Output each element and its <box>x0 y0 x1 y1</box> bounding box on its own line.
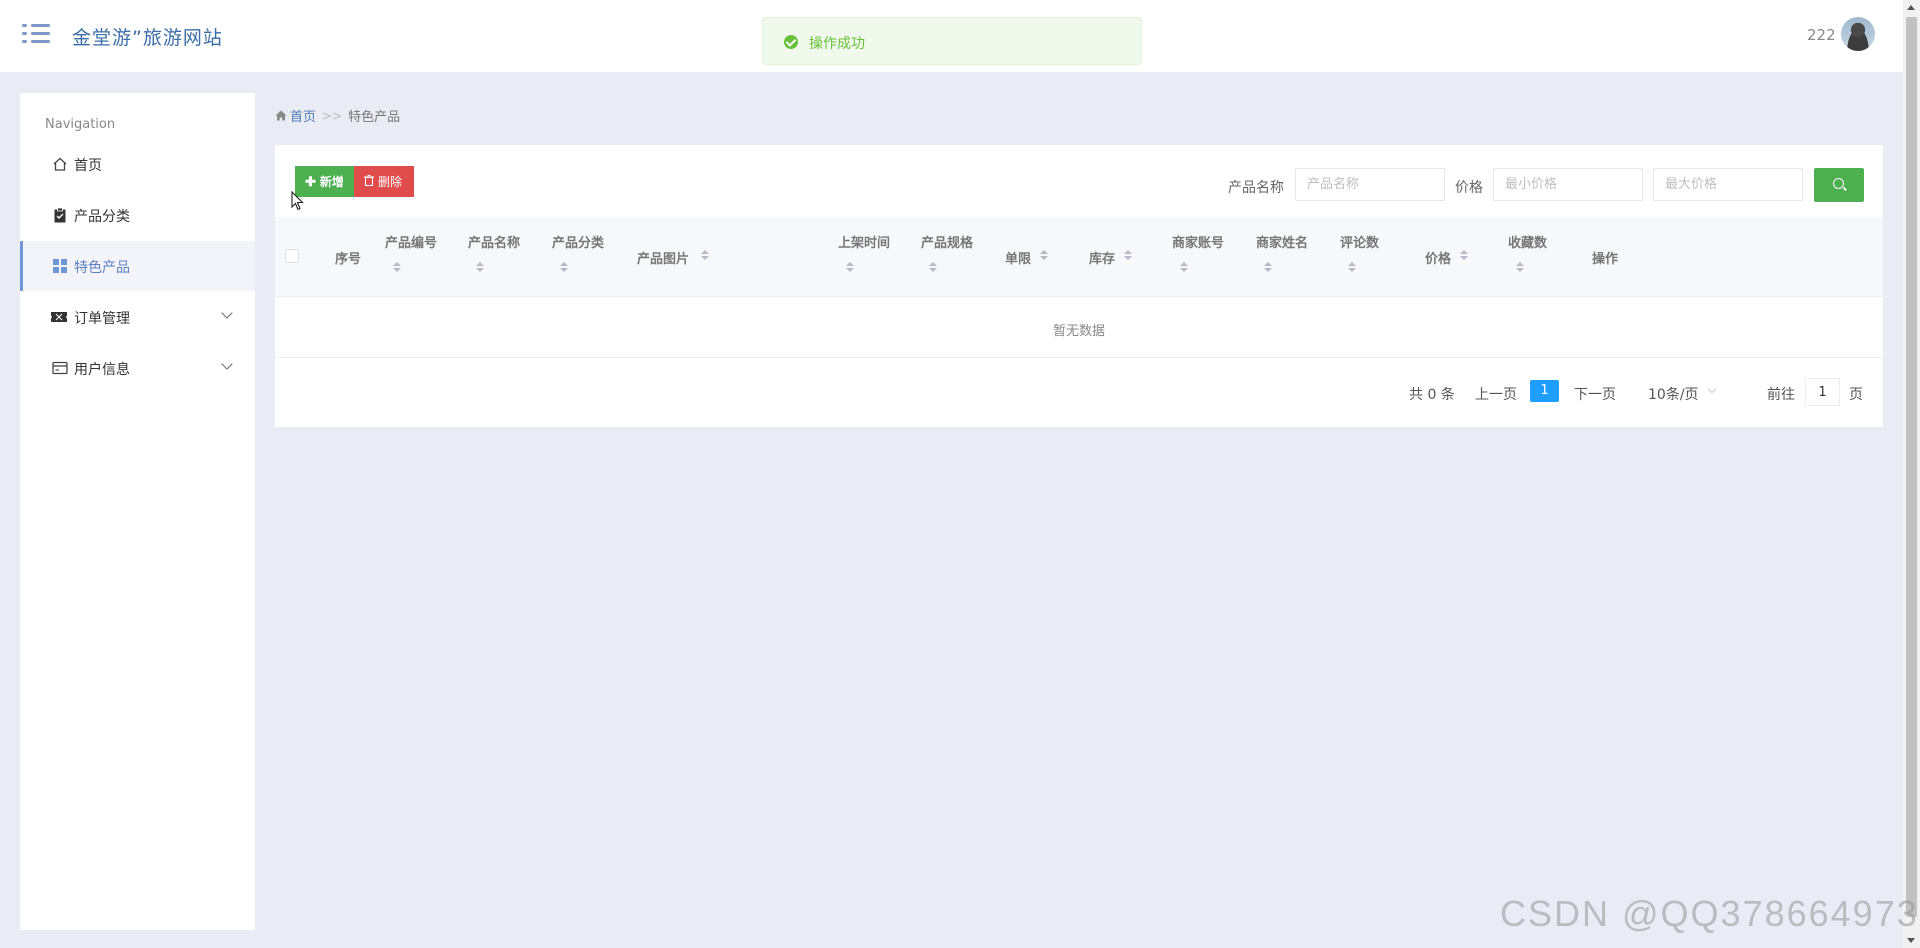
page-size-value: 10条/页 <box>1648 387 1699 403</box>
sort-icon[interactable] <box>1124 250 1132 262</box>
sort-icon[interactable] <box>476 262 484 274</box>
search-icon <box>1833 178 1844 189</box>
card-icon <box>52 360 68 376</box>
menu-toggle-icon[interactable] <box>22 22 50 46</box>
toast-message: 操作成功 <box>809 36 865 52</box>
delete-button-label: 删除 <box>378 175 403 189</box>
column-header-product-name[interactable]: 产品名称 <box>468 232 520 251</box>
main-panel: ✚ 新增 删除 产品名称 价格 序号 产品编号 产品名称 产品分类 产品图片 上… <box>275 145 1883 427</box>
column-header-product-no[interactable]: 产品编号 <box>385 232 437 251</box>
nav-label: Navigation <box>45 117 116 132</box>
sidebar: Navigation 首页 产品分类 特色产品 订单管理 用户信息 <box>20 93 255 930</box>
sidebar-item-order-management[interactable]: 订单管理 <box>20 292 255 342</box>
column-header-price[interactable]: 价格 <box>1425 248 1451 267</box>
scrollbar-thumb[interactable] <box>1906 17 1917 917</box>
sort-icon[interactable] <box>393 262 401 274</box>
product-name-input[interactable] <box>1295 168 1445 201</box>
sidebar-item-home[interactable]: 首页 <box>20 139 255 189</box>
user-avatar[interactable] <box>1841 17 1875 51</box>
max-price-input[interactable] <box>1653 168 1803 201</box>
sidebar-item-label: 用户信息 <box>74 362 130 378</box>
product-name-label: 产品名称 <box>1228 180 1284 196</box>
sort-icon[interactable] <box>1516 262 1524 274</box>
sort-icon[interactable] <box>846 262 854 274</box>
breadcrumb-home-label: 首页 <box>290 110 317 125</box>
clipboard-icon <box>52 207 68 223</box>
sort-icon[interactable] <box>1264 262 1272 274</box>
column-header-listing-time[interactable]: 上架时间 <box>838 232 890 251</box>
sidebar-item-label: 特色产品 <box>74 260 130 276</box>
column-header-merchant-account[interactable]: 商家账号 <box>1172 232 1224 251</box>
trash-icon <box>364 174 374 189</box>
vertical-scrollbar[interactable] <box>1903 0 1920 948</box>
breadcrumb-separator: >> <box>322 108 343 123</box>
column-header-favorites[interactable]: 收藏数 <box>1508 232 1547 251</box>
grid-icon <box>52 258 68 274</box>
home-icon <box>52 156 68 172</box>
table-empty-row: 暂无数据 <box>275 298 1883 358</box>
watermark: CSDN @QQ3786649731 <box>1500 893 1920 934</box>
add-button-label: 新增 <box>319 175 344 189</box>
delete-button[interactable]: 删除 <box>354 166 414 197</box>
ticket-icon <box>50 309 68 325</box>
pagination-page-current[interactable]: 1 <box>1530 380 1559 402</box>
pagination-prev[interactable]: 上一页 <box>1475 384 1517 404</box>
sidebar-item-user-info[interactable]: 用户信息 <box>20 343 255 393</box>
column-header-image[interactable]: 产品图片 <box>637 248 689 267</box>
sort-icon[interactable] <box>1460 250 1468 262</box>
table-header: 序号 产品编号 产品名称 产品分类 产品图片 上架时间 产品规格 单限 库存 商… <box>275 217 1883 297</box>
sort-icon[interactable] <box>701 250 709 262</box>
success-toast: 操作成功 <box>762 17 1142 65</box>
pagination-next[interactable]: 下一页 <box>1574 384 1616 404</box>
breadcrumb-home[interactable]: 首页 <box>275 106 316 125</box>
column-header-merchant-name[interactable]: 商家姓名 <box>1256 232 1308 251</box>
pagination-page-unit: 页 <box>1849 387 1863 403</box>
home-icon <box>275 110 287 121</box>
sidebar-item-product-category[interactable]: 产品分类 <box>20 190 255 240</box>
search-button[interactable] <box>1814 168 1864 202</box>
scroll-up-icon[interactable] <box>1907 5 1915 10</box>
sort-icon[interactable] <box>929 262 937 274</box>
sidebar-item-label: 产品分类 <box>74 209 130 225</box>
column-header-limit[interactable]: 单限 <box>1005 248 1031 267</box>
column-header-index: 序号 <box>335 252 362 267</box>
username[interactable]: 222 <box>1807 26 1836 44</box>
page-size-select[interactable]: 10条/页 <box>1643 378 1725 406</box>
pagination-goto-input[interactable] <box>1805 378 1840 406</box>
empty-text: 暂无数据 <box>1052 324 1105 339</box>
column-header-comments[interactable]: 评论数 <box>1340 232 1379 251</box>
sort-icon[interactable] <box>560 262 568 274</box>
sidebar-item-label: 订单管理 <box>74 311 130 327</box>
pagination-goto-label: 前往 <box>1767 387 1795 403</box>
column-header-actions: 操作 <box>1592 252 1619 267</box>
sidebar-item-label: 首页 <box>74 158 102 174</box>
chevron-down-icon <box>1707 384 1717 394</box>
sort-icon[interactable] <box>1180 262 1188 274</box>
sort-icon[interactable] <box>1348 262 1356 274</box>
column-header-stock[interactable]: 库存 <box>1089 248 1115 267</box>
scroll-down-icon[interactable] <box>1907 938 1915 943</box>
sidebar-item-featured-products[interactable]: 特色产品 <box>20 241 255 291</box>
sort-icon[interactable] <box>1040 250 1048 262</box>
chevron-down-icon <box>221 307 233 319</box>
chevron-down-icon <box>221 358 233 370</box>
column-header-spec[interactable]: 产品规格 <box>921 232 973 251</box>
column-header-category[interactable]: 产品分类 <box>552 232 604 251</box>
min-price-input[interactable] <box>1493 168 1643 201</box>
breadcrumb-current: 特色产品 <box>348 110 401 125</box>
price-label: 价格 <box>1455 180 1483 196</box>
site-title: 金堂游”旅游网站 <box>72 27 223 49</box>
pagination-total: 共 0 条 <box>1409 387 1455 403</box>
check-circle-icon <box>784 35 798 49</box>
breadcrumb: 首页 >> 特色产品 <box>275 106 400 125</box>
select-all-checkbox[interactable] <box>285 249 299 263</box>
plus-icon: ✚ <box>305 173 316 189</box>
